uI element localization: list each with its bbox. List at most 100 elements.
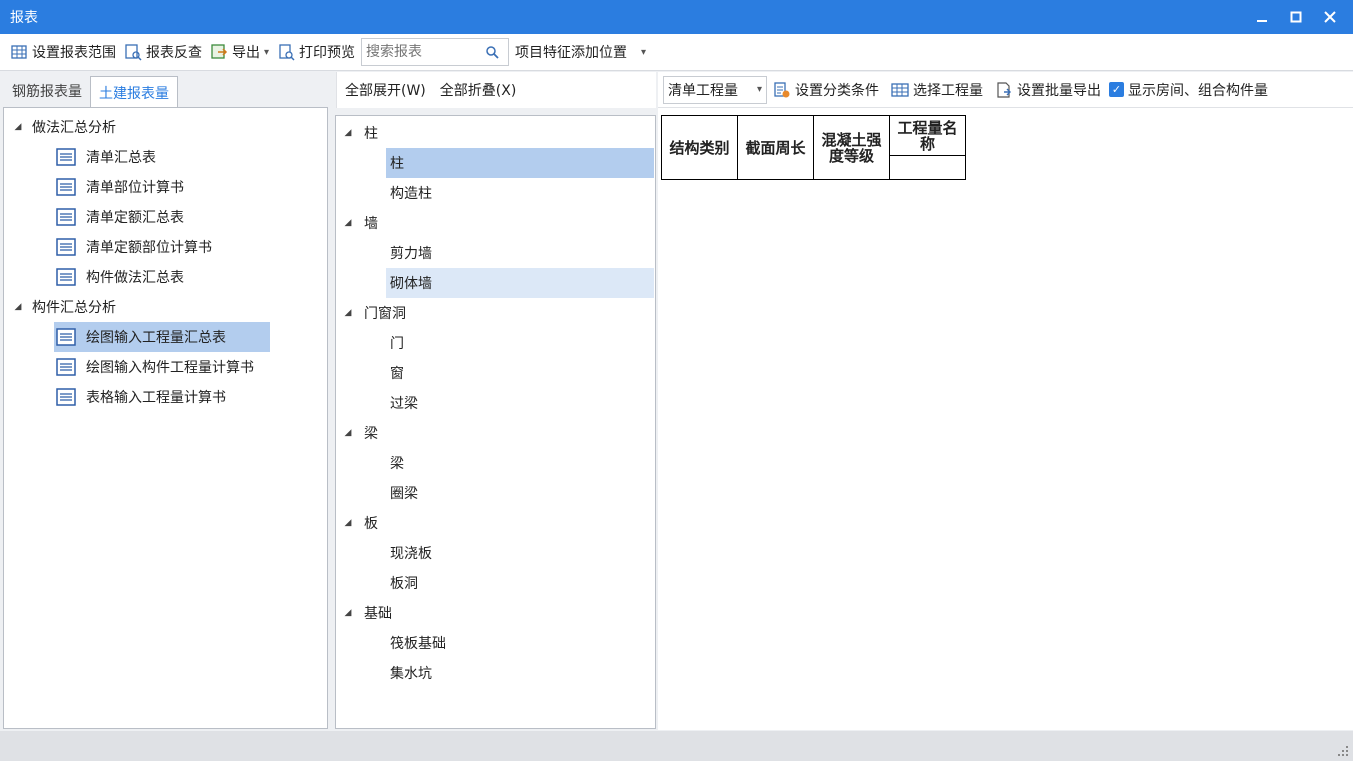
- checkmark-icon: ✓: [1109, 82, 1124, 97]
- component-group[interactable]: ◢ 墙: [340, 208, 378, 238]
- status-bar: [0, 731, 1353, 761]
- report-doc-icon: [56, 268, 76, 286]
- title-bar: 报表: [0, 0, 1353, 34]
- maximize-icon: [1290, 11, 1302, 23]
- quantity-type-select[interactable]: 清单工程量 ▾: [663, 75, 767, 104]
- component-group-label: 基础: [364, 606, 392, 622]
- minimize-button[interactable]: [1245, 0, 1279, 34]
- component-item-label: 圈梁: [390, 486, 418, 502]
- tree-group[interactable]: ◢ 构件汇总分析: [10, 292, 116, 322]
- resize-grip-icon[interactable]: [1337, 745, 1349, 757]
- chevron-down-icon: ▾: [756, 84, 762, 95]
- component-group[interactable]: ◢ 板: [340, 508, 378, 538]
- set-classify-button[interactable]: 设置分类条件: [767, 76, 885, 104]
- component-item[interactable]: 板洞: [386, 568, 654, 598]
- grid-icon: [10, 43, 28, 61]
- component-item[interactable]: 集水坑: [386, 658, 654, 688]
- component-group[interactable]: ◢ 梁: [340, 418, 378, 448]
- report-view: [658, 108, 1353, 730]
- minimize-icon: [1257, 20, 1267, 22]
- component-item[interactable]: 圈梁: [386, 478, 654, 508]
- component-group[interactable]: ◢ 柱: [340, 118, 378, 148]
- expand-triangle-icon[interactable]: ◢: [340, 308, 356, 318]
- component-item-label: 砌体墙: [390, 276, 432, 292]
- component-item[interactable]: 过梁: [386, 388, 654, 418]
- tree-item-label: 表格输入工程量计算书: [86, 390, 226, 406]
- window-title: 报表: [10, 10, 38, 26]
- reverse-check-button[interactable]: 报表反查: [120, 38, 206, 66]
- component-item[interactable]: 构造柱: [386, 178, 654, 208]
- component-item-label: 梁: [390, 456, 404, 472]
- export-button[interactable]: 导出 ▾: [206, 38, 273, 66]
- report-doc-icon: [56, 148, 76, 166]
- expand-triangle-icon[interactable]: ◢: [340, 518, 356, 528]
- report-doc-icon: [56, 178, 76, 196]
- table-header-cell: 结构类别: [661, 115, 738, 180]
- feature-position-dropdown[interactable]: 项目特征添加位置 ▾: [511, 38, 650, 66]
- tree-item[interactable]: 表格输入工程量计算书: [54, 382, 226, 412]
- tab-civil-report[interactable]: 土建报表量: [90, 76, 178, 108]
- component-group-label: 门窗洞: [364, 306, 406, 322]
- close-button[interactable]: [1313, 0, 1347, 34]
- component-item[interactable]: 窗: [386, 358, 654, 388]
- expand-triangle-icon[interactable]: ◢: [340, 128, 356, 138]
- component-item[interactable]: 梁: [386, 448, 654, 478]
- component-item[interactable]: 门: [386, 328, 654, 358]
- table-icon: [891, 81, 909, 99]
- expand-triangle-icon[interactable]: ◢: [10, 302, 26, 312]
- maximize-button[interactable]: [1279, 0, 1313, 34]
- tree-item[interactable]: 构件做法汇总表: [54, 262, 184, 292]
- component-item-label: 筏板基础: [390, 636, 446, 652]
- component-item[interactable]: 筏板基础: [386, 628, 654, 658]
- chevron-down-icon: ▾: [264, 46, 270, 58]
- expand-triangle-icon[interactable]: ◢: [340, 608, 356, 618]
- batch-export-icon: [995, 81, 1013, 99]
- collapse-all-button[interactable]: 全部折叠(X): [440, 80, 517, 100]
- component-item-label: 构造柱: [390, 186, 432, 202]
- tree-group-label: 做法汇总分析: [32, 120, 116, 136]
- component-group[interactable]: ◢ 基础: [340, 598, 392, 628]
- tree-item-label: 绘图输入工程量汇总表: [86, 330, 226, 346]
- report-doc-icon: [56, 208, 76, 226]
- report-doc-icon: [56, 328, 76, 346]
- expand-all-button[interactable]: 全部展开(W): [345, 80, 426, 100]
- tab-rebar-report[interactable]: 钢筋报表量: [4, 76, 90, 106]
- tree-item-label: 清单定额部位计算书: [86, 240, 212, 256]
- component-item[interactable]: 现浇板: [386, 538, 654, 568]
- report-table: 结构类别 截面周长 混凝土强 度等级 工程量名称: [661, 115, 966, 180]
- print-preview-icon: [277, 43, 295, 61]
- tree-item[interactable]: 清单定额部位计算书: [54, 232, 212, 262]
- component-group[interactable]: ◢ 门窗洞: [340, 298, 406, 328]
- expand-triangle-icon[interactable]: ◢: [340, 218, 356, 228]
- table-header-cell: 截面周长: [737, 115, 814, 180]
- component-item-label: 集水坑: [390, 666, 432, 682]
- component-group-label: 梁: [364, 426, 378, 442]
- expand-triangle-icon[interactable]: ◢: [340, 428, 356, 438]
- component-item-label: 板洞: [390, 576, 418, 592]
- tree-group[interactable]: ◢ 做法汇总分析: [10, 112, 116, 142]
- report-tabs: 钢筋报表量 土建报表量: [4, 76, 178, 108]
- search-icon[interactable]: [480, 45, 504, 59]
- search-input[interactable]: [362, 40, 481, 64]
- component-item[interactable]: 柱: [386, 148, 654, 178]
- print-preview-button[interactable]: 打印预览: [273, 38, 359, 66]
- component-item-label: 窗: [390, 366, 404, 382]
- component-item[interactable]: 砌体墙: [386, 268, 654, 298]
- report-doc-icon: [56, 238, 76, 256]
- batch-export-button[interactable]: 设置批量导出: [989, 76, 1107, 104]
- set-range-button[interactable]: 设置报表范围: [6, 38, 120, 66]
- search-box[interactable]: [361, 38, 510, 66]
- chevron-down-icon: ▾: [641, 46, 647, 58]
- tree-item[interactable]: 绘图输入工程量汇总表: [54, 322, 270, 352]
- tree-item[interactable]: 清单部位计算书: [54, 172, 184, 202]
- show-rooms-checkbox[interactable]: ✓ 显示房间、组合构件量: [1107, 76, 1274, 104]
- expand-triangle-icon[interactable]: ◢: [10, 122, 26, 132]
- tree-item[interactable]: 清单定额汇总表: [54, 202, 184, 232]
- tree-item-label: 绘图输入构件工程量计算书: [86, 360, 254, 376]
- report-doc-icon: [56, 358, 76, 376]
- select-quantity-button[interactable]: 选择工程量: [885, 76, 989, 104]
- table-header-cell: 工程量名称: [889, 115, 966, 156]
- tree-item[interactable]: 清单汇总表: [54, 142, 156, 172]
- component-item[interactable]: 剪力墙: [386, 238, 654, 268]
- tree-item[interactable]: 绘图输入构件工程量计算书: [54, 352, 254, 382]
